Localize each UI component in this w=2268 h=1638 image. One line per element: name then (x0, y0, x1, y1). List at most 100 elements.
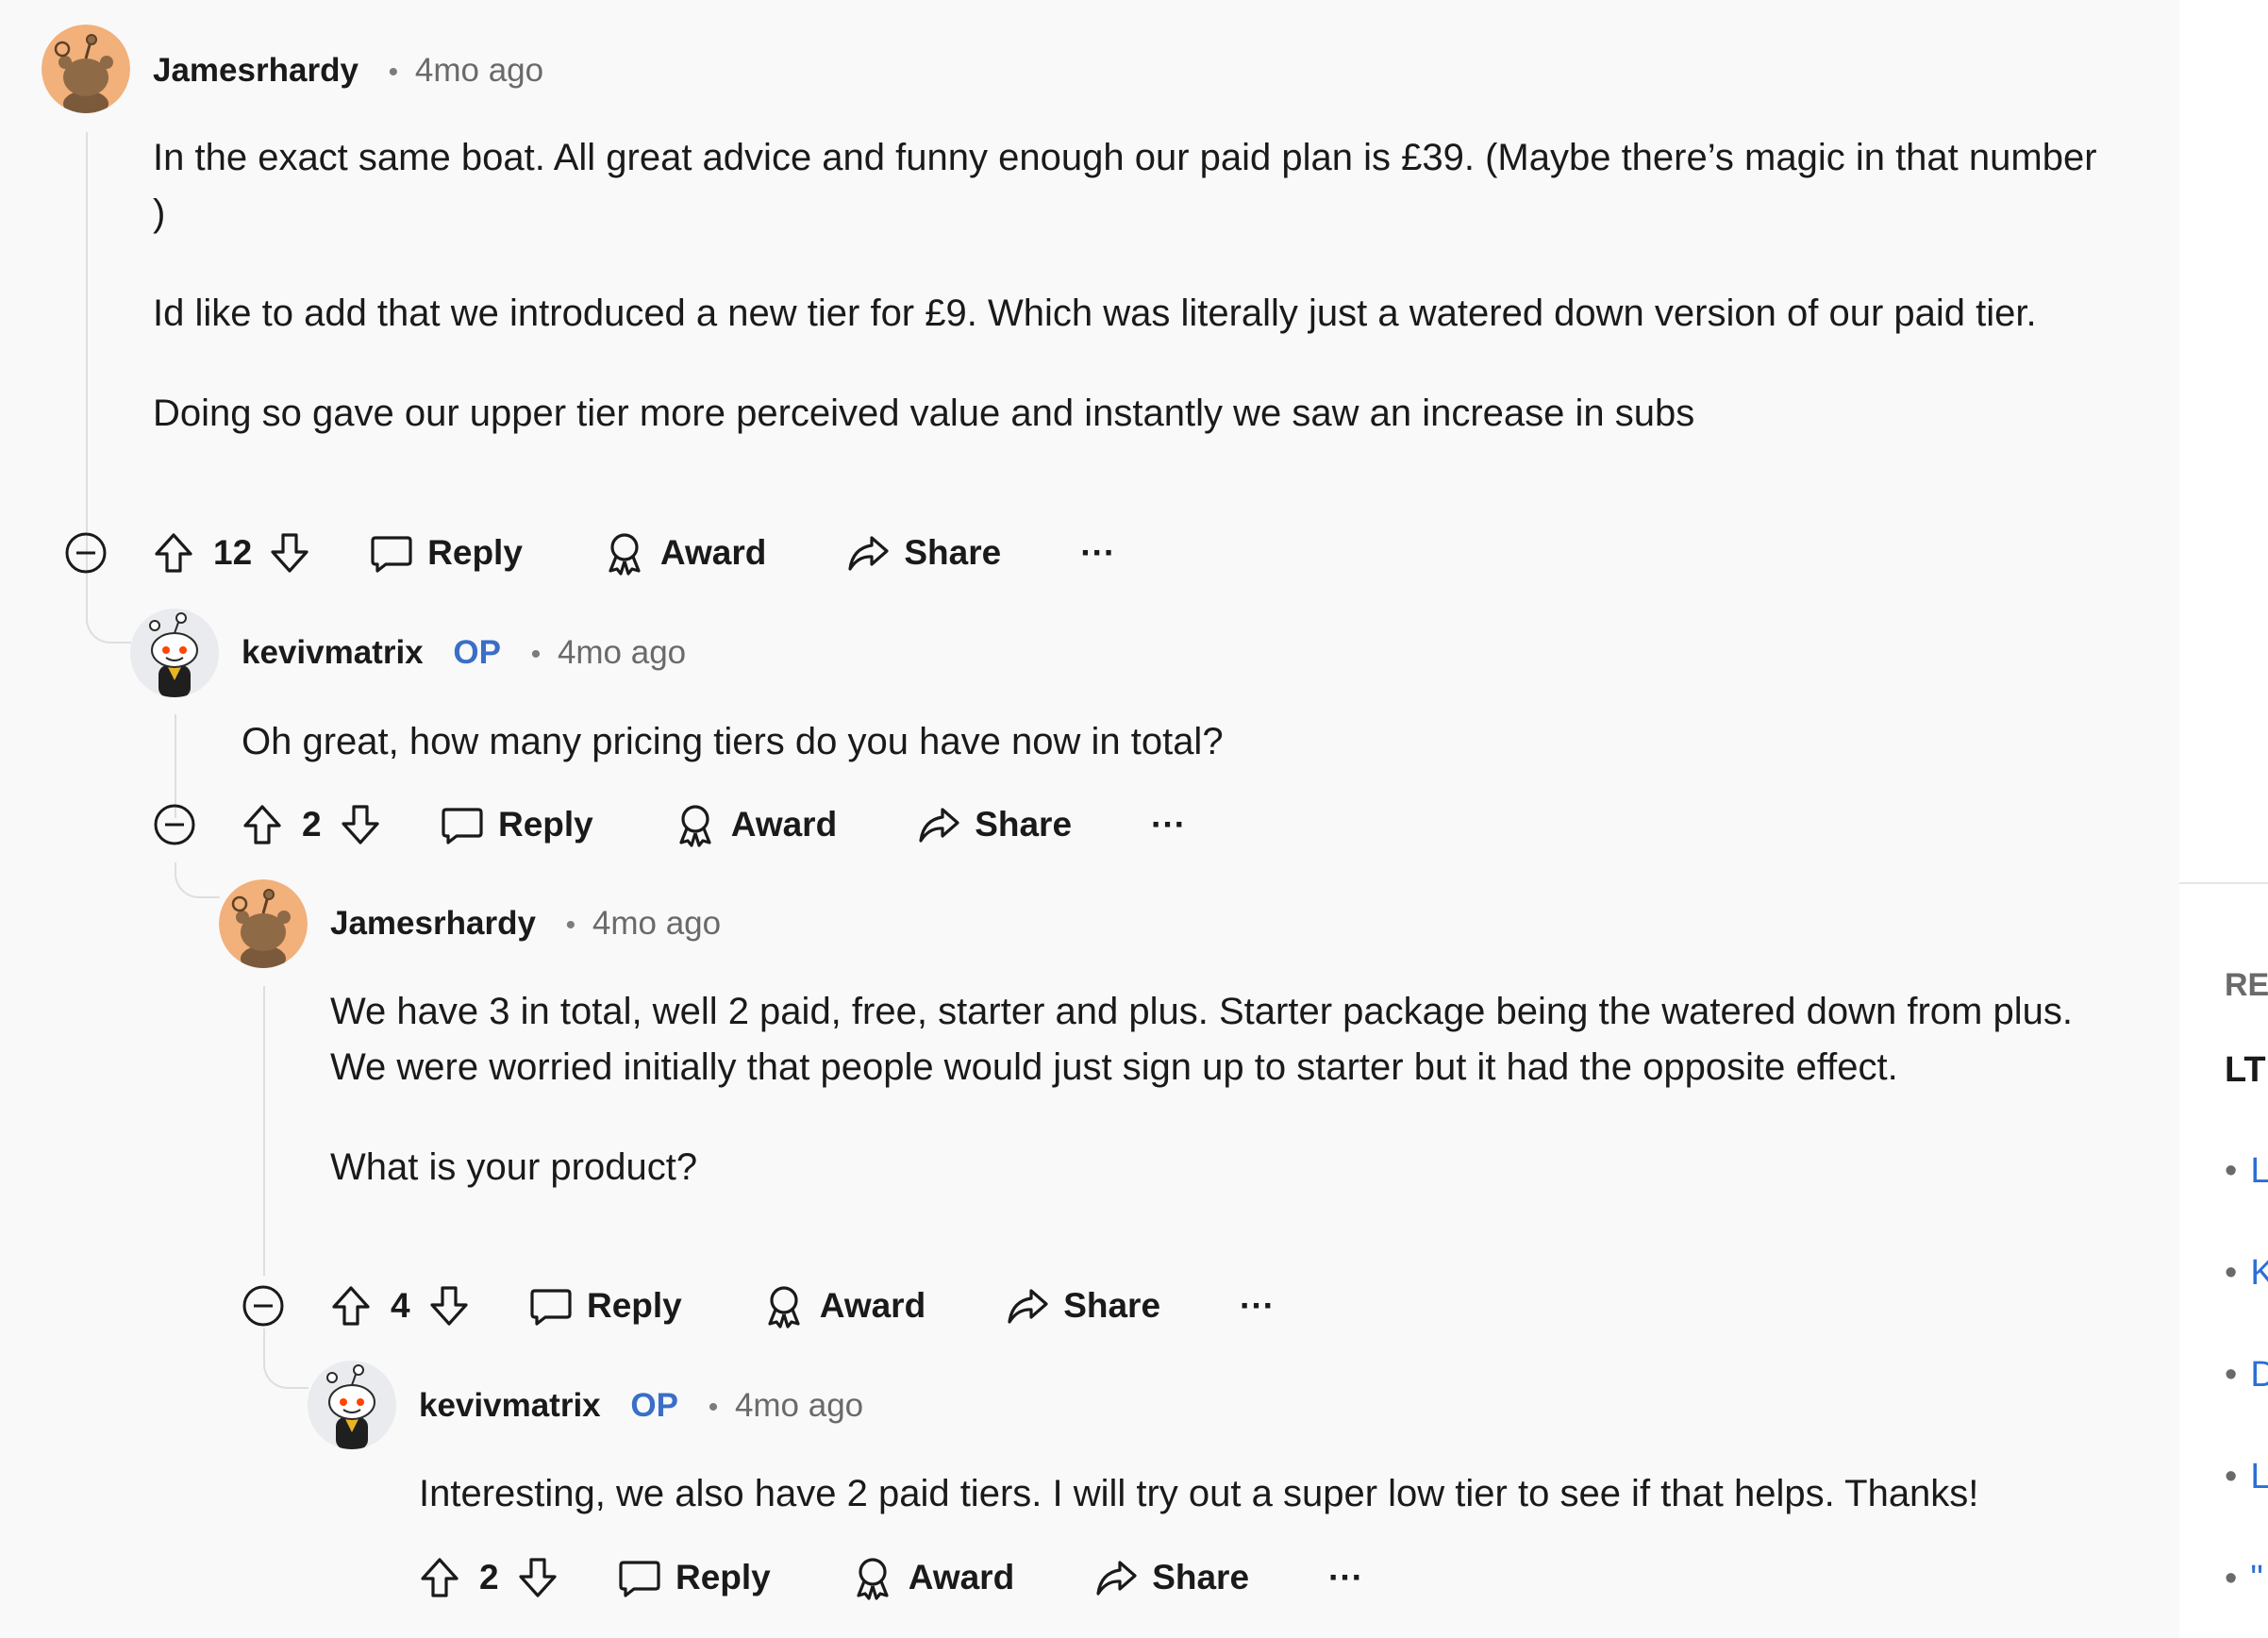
comment-paragraph: Oh great, how many pricing tiers do you … (242, 721, 1224, 762)
reply-button[interactable]: Reply (528, 1283, 682, 1329)
collapse-button[interactable] (64, 531, 108, 575)
share-button[interactable]: Share (1005, 1283, 1160, 1329)
sidebar-link[interactable]: • D (2225, 1355, 2268, 1396)
collapse-icon (154, 804, 195, 845)
collapse-button[interactable] (242, 1284, 285, 1328)
comment-meta: Jamesrhardy • 4mo ago (153, 50, 543, 93)
upvote-button[interactable] (151, 530, 196, 576)
avatar[interactable] (219, 879, 308, 968)
comment-paragraph: Interesting, we also have 2 paid tiers. … (419, 1473, 1979, 1514)
sidebar-link-text[interactable]: K (2250, 1253, 2268, 1293)
meta-separator: • (565, 910, 576, 941)
award-label: Award (659, 533, 767, 572)
author-name[interactable]: Jamesrhardy (153, 52, 359, 89)
bullet: • (2225, 1559, 2238, 1598)
sidebar-link-text[interactable]: D (2250, 1355, 2268, 1395)
timestamp[interactable]: 4mo ago (558, 634, 686, 671)
bullet: • (2225, 1151, 2238, 1191)
more-options-button[interactable]: ··· (1240, 1286, 1275, 1326)
share-label: Share (904, 533, 1002, 572)
comment-meta: kevivmatrix OP • 4mo ago (419, 1385, 863, 1429)
snoo-avatar-icon (42, 25, 130, 113)
sidebar-link[interactable]: • " (2225, 1559, 2263, 1599)
collapse-icon (65, 532, 107, 574)
timestamp[interactable]: 4mo ago (415, 52, 543, 89)
sidebar-link[interactable]: • L (2225, 1151, 2268, 1192)
comment-body: In the exact same boat. All great advice… (153, 130, 2115, 442)
award-button[interactable]: Award (673, 802, 837, 847)
comment-paragraph: Id like to add that we introduced a new … (153, 292, 2037, 334)
upvote-button[interactable] (417, 1555, 462, 1600)
author-name[interactable]: Jamesrhardy (330, 905, 536, 942)
comment-paragraph: Doing so gave our upper tier more percei… (153, 393, 1695, 434)
op-badge: OP (630, 1387, 678, 1424)
award-button[interactable]: Award (761, 1283, 926, 1329)
comment-actions: 2 Reply Award Share ··· (240, 796, 1186, 853)
downvote-button[interactable] (338, 802, 383, 847)
avatar[interactable] (308, 1361, 396, 1449)
meta-separator: • (388, 57, 399, 88)
comment-thread: Jamesrhardy • 4mo ago In the exact same … (0, 0, 2179, 1638)
share-label: Share (1063, 1286, 1161, 1325)
author-name[interactable]: kevivmatrix (242, 634, 424, 671)
comment-paragraph: In the exact same boat. All great advice… (153, 137, 2097, 234)
thread-line[interactable] (263, 986, 265, 1276)
award-button[interactable]: Award (850, 1555, 1014, 1600)
share-label: Share (1152, 1558, 1250, 1596)
upvote-arrow-icon (243, 805, 281, 844)
sidebar-link-text[interactable]: L (2250, 1457, 2268, 1496)
comment-actions: 12 Reply Award Share ··· (151, 525, 1115, 581)
avatar[interactable] (130, 609, 219, 697)
snoo-avatar-icon (219, 879, 308, 968)
award-icon (768, 1286, 800, 1329)
award-icon (857, 1558, 889, 1600)
comment-paragraph: What is your product? (330, 1146, 698, 1188)
sidebar-header: RE (2225, 967, 2268, 1003)
more-options-button[interactable]: ··· (1328, 1558, 1363, 1597)
comment-body: Interesting, we also have 2 paid tiers. … (419, 1466, 2136, 1522)
sidebar-link-text[interactable]: L (2250, 1151, 2268, 1191)
downvote-arrow-icon (430, 1286, 468, 1326)
timestamp[interactable]: 4mo ago (735, 1387, 863, 1424)
comment-bubble-icon (530, 1289, 572, 1326)
comment-actions: 2 Reply Award Share ··· (417, 1549, 1363, 1606)
award-icon (679, 805, 711, 847)
share-arrow-icon (919, 808, 959, 843)
sidebar-link[interactable]: • L (2225, 1457, 2268, 1497)
more-options-button[interactable]: ··· (1080, 533, 1115, 573)
share-button[interactable]: Share (1093, 1555, 1249, 1600)
upvote-button[interactable] (328, 1283, 374, 1329)
sidebar-divider (2179, 882, 2268, 884)
downvote-button[interactable] (267, 530, 312, 576)
comment-bubble-icon (371, 536, 412, 573)
reply-button[interactable]: Reply (369, 530, 523, 576)
downvote-button[interactable] (515, 1555, 560, 1600)
comment-bubble-icon (442, 808, 483, 844)
more-options-button[interactable]: ··· (1151, 805, 1186, 844)
share-button[interactable]: Share (916, 802, 1072, 847)
comment-body: Oh great, how many pricing tiers do you … (242, 714, 2119, 770)
reply-button[interactable]: Reply (617, 1555, 771, 1600)
sidebar-subheader: LT (2225, 1050, 2266, 1090)
vote-score: 2 (479, 1558, 499, 1596)
comment-body: We have 3 in total, well 2 paid, free, s… (330, 984, 2123, 1195)
sidebar-link[interactable]: • K (2225, 1253, 2268, 1294)
reply-button[interactable]: Reply (440, 802, 593, 847)
collapse-button[interactable] (153, 803, 196, 846)
downvote-button[interactable] (426, 1283, 472, 1329)
avatar[interactable] (42, 25, 130, 113)
share-arrow-icon (1096, 1561, 1137, 1596)
comment-paragraph: We have 3 in total, well 2 paid, free, s… (330, 991, 2073, 1088)
share-button[interactable]: Share (845, 530, 1001, 576)
share-arrow-icon (848, 536, 889, 571)
upvote-button[interactable] (240, 802, 285, 847)
sidebar-link-text[interactable]: " (2250, 1559, 2263, 1598)
author-name[interactable]: kevivmatrix (419, 1387, 601, 1424)
vote-score: 12 (213, 533, 253, 572)
award-label: Award (730, 805, 838, 844)
thread-line-branch (86, 613, 131, 644)
bullet: • (2225, 1253, 2238, 1293)
award-button[interactable]: Award (602, 530, 766, 576)
comment-actions: 4 Reply Award Share ··· (328, 1278, 1275, 1334)
timestamp[interactable]: 4mo ago (592, 905, 721, 942)
